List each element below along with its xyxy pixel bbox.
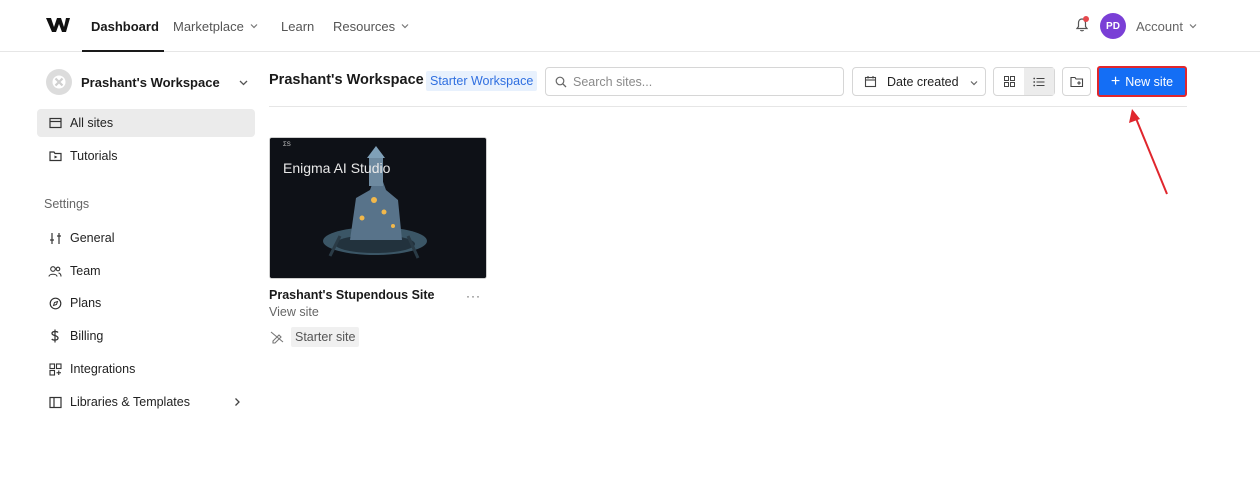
calendar-icon [864,76,877,88]
sidebar-item-label: Team [70,264,101,278]
sidebar-item-general[interactable]: General [37,224,255,252]
sort-label: Date created [887,74,959,89]
account-menu[interactable]: Account [1136,0,1197,52]
sort-dropdown[interactable]: Date created [852,67,986,96]
nav-resources[interactable]: Resources [333,0,409,52]
nav-marketplace-label: Marketplace [173,18,244,34]
search-field[interactable] [545,67,844,96]
sidebar-item-label: Tutorials [70,149,118,163]
chevron-right-icon [235,398,240,406]
notification-dot [1083,16,1089,22]
grid-icon [1003,76,1015,87]
new-folder-button[interactable] [1062,67,1091,96]
video-folder-icon [48,149,62,163]
sidebar-item-label: Integrations [70,362,136,376]
thumbnail-logo-text: ΣS [283,142,291,148]
workspace-icon [46,69,72,95]
view-site-link[interactable]: View site [269,305,319,319]
plan-badge[interactable]: Starter Workspace [426,71,538,91]
nav-dashboard-label: Dashboard [91,18,159,34]
chevron-down-icon [239,80,248,86]
sidebar-item-label: Plans [70,296,102,310]
nav-resources-label: Resources [333,18,396,34]
sidebar-item-label: General [70,231,115,245]
top-navigation: Dashboard Marketplace Learn Resources PD… [0,0,1260,52]
sidebar-item-label: Billing [70,329,104,343]
browser-window-icon [48,116,62,130]
thumbnail-title: Enigma AI Studio [283,160,391,176]
settings-heading: Settings [44,197,90,211]
chevron-down-icon [401,24,409,29]
account-label: Account [1136,18,1183,34]
webflow-logo[interactable] [46,16,70,34]
sidebar-item-tutorials[interactable]: Tutorials [37,142,255,170]
avatar-initials: PD [1106,20,1120,32]
nav-dashboard[interactable]: Dashboard [91,0,159,52]
dollar-icon [48,329,62,343]
folder-plus-icon [1069,76,1083,87]
search-icon [555,76,567,87]
book-icon [48,395,62,409]
sidebar-item-plans[interactable]: Plans [37,289,255,317]
workspace-name: Prashant's Workspace [81,74,220,90]
new-site-button[interactable]: + New site [1097,66,1187,97]
nav-marketplace[interactable]: Marketplace [173,0,258,52]
users-icon [48,264,62,278]
sidebar-item-billing[interactable]: Billing [37,322,255,350]
avatar[interactable]: PD [1100,13,1126,39]
sidebar-item-all-sites[interactable]: All sites [37,109,255,137]
search-input[interactable] [573,74,833,89]
workspace-switcher[interactable]: Prashant's Workspace [46,68,254,96]
annotation-arrow-icon [1129,109,1168,195]
sidebar-item-label: Libraries & Templates [70,395,190,409]
nav-learn-label: Learn [281,18,315,34]
site-thumbnail[interactable]: ΣS Enigma AI Studio [269,137,487,279]
view-toggle [993,67,1055,96]
sidebar-item-libraries-templates[interactable]: Libraries & Templates [37,388,255,416]
list-icon [1033,77,1045,86]
nav-learn[interactable]: Learn [281,0,314,52]
chevron-down-icon [250,24,258,29]
sidebar-item-label: All sites [70,116,114,130]
list-view-button[interactable] [1024,68,1054,95]
plus-icon: + [1110,72,1121,90]
sidebar-item-team[interactable]: Team [37,257,255,285]
chevron-down-icon [970,81,978,86]
site-name[interactable]: Prashant's Stupendous Site [269,288,435,302]
active-tab-indicator [82,50,164,52]
site-plan-tag: Starter site [291,327,360,347]
sliders-icon [48,231,62,245]
new-site-label: New site [1125,74,1174,89]
compass-icon [48,296,62,310]
page-title: Prashant's Workspace [269,72,424,88]
apps-icon [48,362,62,376]
chevron-down-icon [1189,24,1197,29]
unpublished-icon [270,331,284,344]
more-options-icon[interactable]: ··· [466,290,481,302]
grid-view-button[interactable] [994,68,1024,95]
sidebar-item-integrations[interactable]: Integrations [37,355,255,383]
header-divider [269,106,1187,107]
